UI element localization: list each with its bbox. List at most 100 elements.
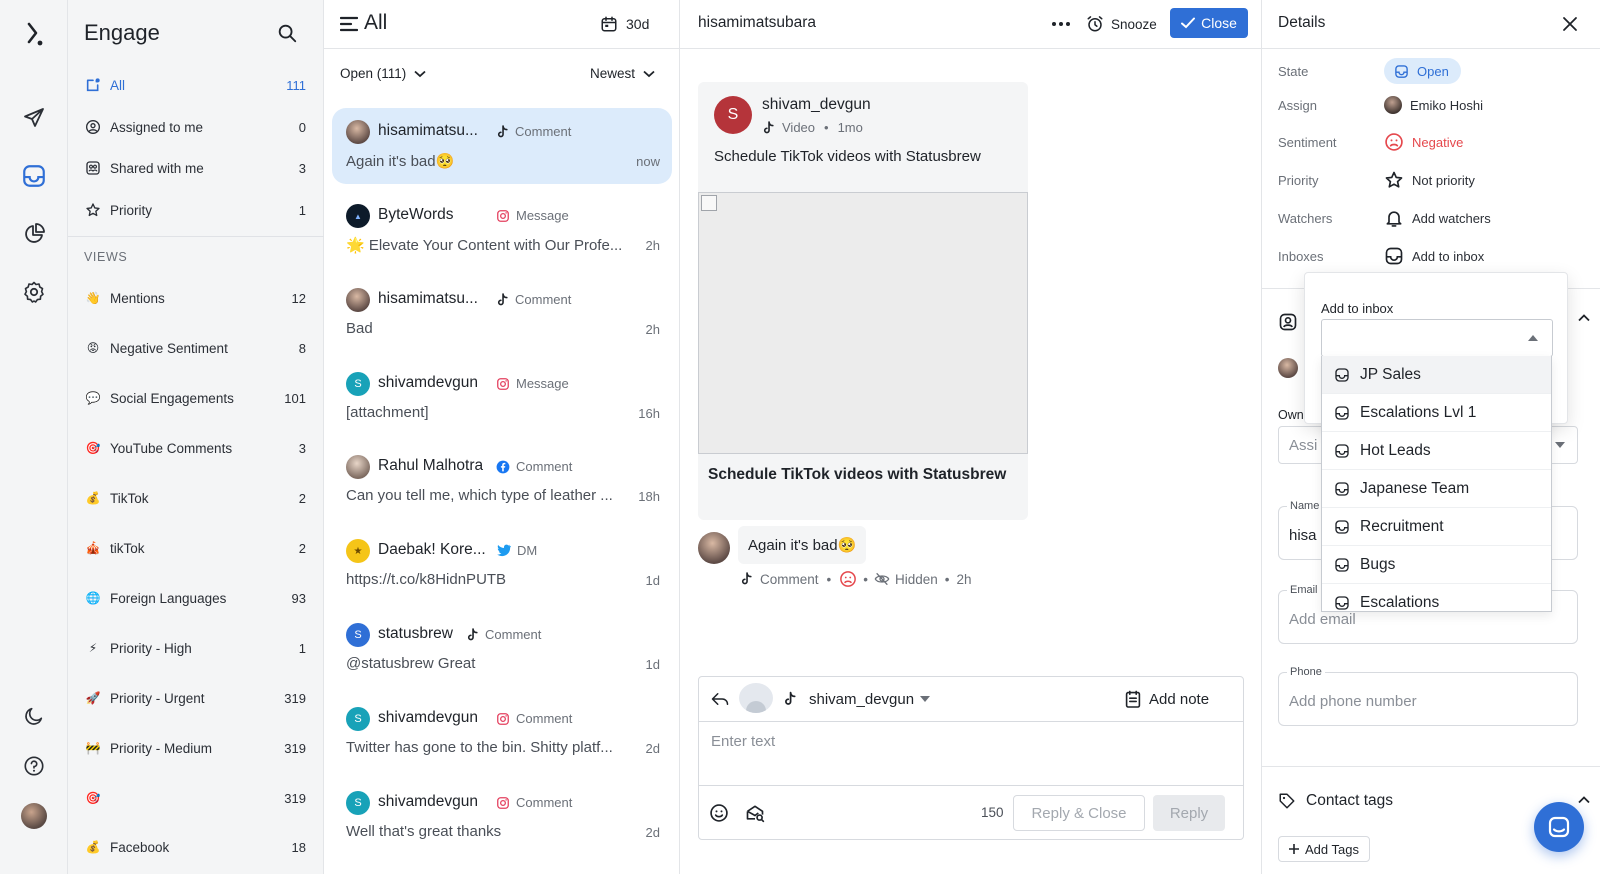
phone-field[interactable]: Phone Add phone number [1278, 666, 1578, 726]
twitter-icon [496, 544, 511, 557]
inbox-icon[interactable] [14, 156, 54, 196]
conversation-item[interactable]: S shivamdevgun Comment Twitter has gone … [332, 695, 672, 771]
post-author-avatar: S [714, 96, 752, 134]
details-title: Details [1278, 14, 1326, 31]
view-item-facebook[interactable]: 💰 Facebook 18 [84, 832, 306, 862]
conversation-item[interactable]: ▲ ByteWords Message 🌟 Elevate Your Conte… [332, 192, 672, 268]
assignee-selector[interactable]: Emiko Hoshi [1384, 96, 1483, 114]
help-question-icon[interactable] [14, 746, 54, 786]
conversation-item[interactable]: hisamimatsu... Comment Again it's bad🥺 n… [332, 108, 672, 184]
reply-and-close-button[interactable]: Reply & Close [1013, 795, 1145, 831]
inbox-option[interactable]: Recruitment [1322, 508, 1551, 546]
chat-icon [1547, 815, 1571, 839]
view-item-social-engagements[interactable]: 💬 Social Engagements 101 [84, 383, 306, 413]
speech-bubble-icon: 💬 [85, 391, 101, 405]
thread-title: hisamimatsubara [698, 14, 817, 31]
view-item-priority-high[interactable]: ⚡ Priority - High 1 [84, 633, 306, 663]
reply-button[interactable]: Reply [1153, 795, 1225, 831]
priority-selector[interactable]: Not priority [1384, 170, 1475, 190]
status-filter-dropdown[interactable]: Open (111) [340, 66, 426, 81]
sentiment-selector[interactable]: Negative [1384, 132, 1463, 152]
views-heading: VIEWS [84, 250, 128, 264]
view-item-tiktok[interactable]: 💰 TikTok 2 [84, 483, 306, 513]
view-item-youtube-comments[interactable]: 🎯 YouTube Comments 3 [84, 433, 306, 463]
settings-gear-icon[interactable] [14, 272, 54, 312]
chevron-up-icon[interactable] [1578, 314, 1590, 322]
alarm-clock-icon [1086, 15, 1104, 33]
close-icon[interactable] [1562, 16, 1578, 32]
post-author-name: shivam_devgun [762, 96, 871, 113]
conversation-item[interactable]: Rahul Malhotra Comment Can you tell me, … [332, 443, 672, 519]
view-item-foreign-languages[interactable]: 🌐 Foreign Languages 93 [84, 583, 306, 613]
statusbrew-logo-icon[interactable] [14, 14, 54, 54]
dark-mode-moon-icon[interactable] [14, 696, 54, 736]
inbox-option[interactable]: JP Sales [1322, 356, 1551, 394]
nav-item-all[interactable]: All 111 [84, 70, 306, 100]
conversation-item[interactable]: hisamimatsu... Comment Bad 2h [332, 276, 672, 352]
conversation-item[interactable]: S statusbrew Comment @statusbrew Great 1… [332, 611, 672, 687]
publish-paper-plane-icon[interactable] [14, 98, 54, 138]
divider [68, 236, 324, 237]
nav-item-priority[interactable]: Priority 1 [84, 195, 306, 225]
view-item-tiktok-lower[interactable]: 🎪 tikTok 2 [84, 533, 306, 563]
nav-item-assigned-to-me[interactable]: Assigned to me 0 [84, 112, 306, 142]
divider [699, 721, 1243, 722]
analytics-pie-icon[interactable] [14, 214, 54, 254]
emoji-icon[interactable] [709, 803, 729, 823]
inbox-icon [1334, 443, 1350, 459]
caret-up-icon [1528, 335, 1538, 341]
close-conversation-button[interactable]: Close [1170, 8, 1248, 38]
add-tags-button[interactable]: Add Tags [1278, 836, 1370, 862]
search-icon[interactable] [276, 22, 298, 44]
eye-off-icon[interactable] [874, 572, 890, 586]
divider [1262, 766, 1600, 767]
post-media-image[interactable] [698, 192, 1028, 454]
inbox-option[interactable]: Escalations [1322, 584, 1551, 611]
inbox-option[interactable]: Hot Leads [1322, 432, 1551, 470]
more-options-icon[interactable] [1046, 12, 1076, 36]
chat-launcher-button[interactable] [1534, 802, 1584, 852]
instagram-icon [496, 377, 510, 391]
comment-bubble: Again it's bad🥺 [738, 526, 867, 564]
add-watchers-button[interactable]: Add watchers [1384, 208, 1491, 228]
account-selector[interactable]: shivam_devgun [783, 689, 931, 709]
state-badge[interactable]: Open [1384, 58, 1461, 84]
add-note-button[interactable]: Add note [1125, 689, 1209, 709]
conversation-item[interactable]: S shivamdevgun Comment Well that's great… [332, 779, 672, 855]
tiktok-icon [762, 120, 775, 135]
avatar [346, 455, 370, 479]
assign-row: Assign Emiko Hoshi [1278, 96, 1483, 114]
view-item-negative-sentiment[interactable]: 😡 Negative Sentiment 8 [84, 333, 306, 363]
contact-tags-header: Contact tags [1278, 792, 1393, 810]
engage-title: Engage [84, 20, 160, 45]
conversation-item[interactable]: ★ Daebak! Kore... DM https://t.co/k8Hidn… [332, 527, 672, 603]
snooze-button[interactable]: Snooze [1086, 12, 1157, 36]
inbox-option[interactable]: Japanese Team [1322, 470, 1551, 508]
date-range-button[interactable]: 30d [600, 12, 649, 36]
inbox-search-input[interactable] [1321, 319, 1553, 357]
post-card: S shivam_devgun Video • 1mo Schedule Tik… [698, 82, 1028, 520]
inboxes-row: Inboxes Add to inbox [1278, 243, 1578, 269]
view-item-priority-medium[interactable]: 🚧 Priority - Medium 319 [84, 733, 306, 763]
menu-icon[interactable] [340, 16, 358, 32]
avatar: S [346, 623, 370, 647]
view-item-mentions[interactable]: 👋 Mentions 12 [84, 283, 306, 313]
saved-reply-icon[interactable] [745, 803, 765, 823]
inbox-icon [1334, 557, 1350, 573]
tiktok-icon [496, 292, 509, 307]
inbox-icon [1394, 64, 1409, 79]
view-item-unnamed[interactable]: 🎯 319 [84, 783, 306, 813]
view-item-priority-urgent[interactable]: 🚀 Priority - Urgent 319 [84, 683, 306, 713]
commenter-avatar [698, 532, 730, 564]
nav-item-shared-with-me[interactable]: Shared with me 3 [84, 153, 306, 183]
sort-dropdown[interactable]: Newest [590, 66, 655, 81]
chevron-up-icon[interactable] [1578, 796, 1590, 804]
conversation-item[interactable]: S shivamdevgun Message [attachment] 16h [332, 360, 672, 436]
inbox-option[interactable]: Escalations Lvl 1 [1322, 394, 1551, 432]
negative-sentiment-icon[interactable] [839, 570, 857, 588]
add-to-inbox-button[interactable]: Add to inbox [1384, 246, 1484, 266]
user-avatar[interactable] [14, 796, 54, 836]
inbox-option[interactable]: Bugs [1322, 546, 1551, 584]
reply-arrow-icon[interactable] [711, 691, 729, 707]
reply-textarea[interactable]: Enter text [711, 733, 775, 750]
